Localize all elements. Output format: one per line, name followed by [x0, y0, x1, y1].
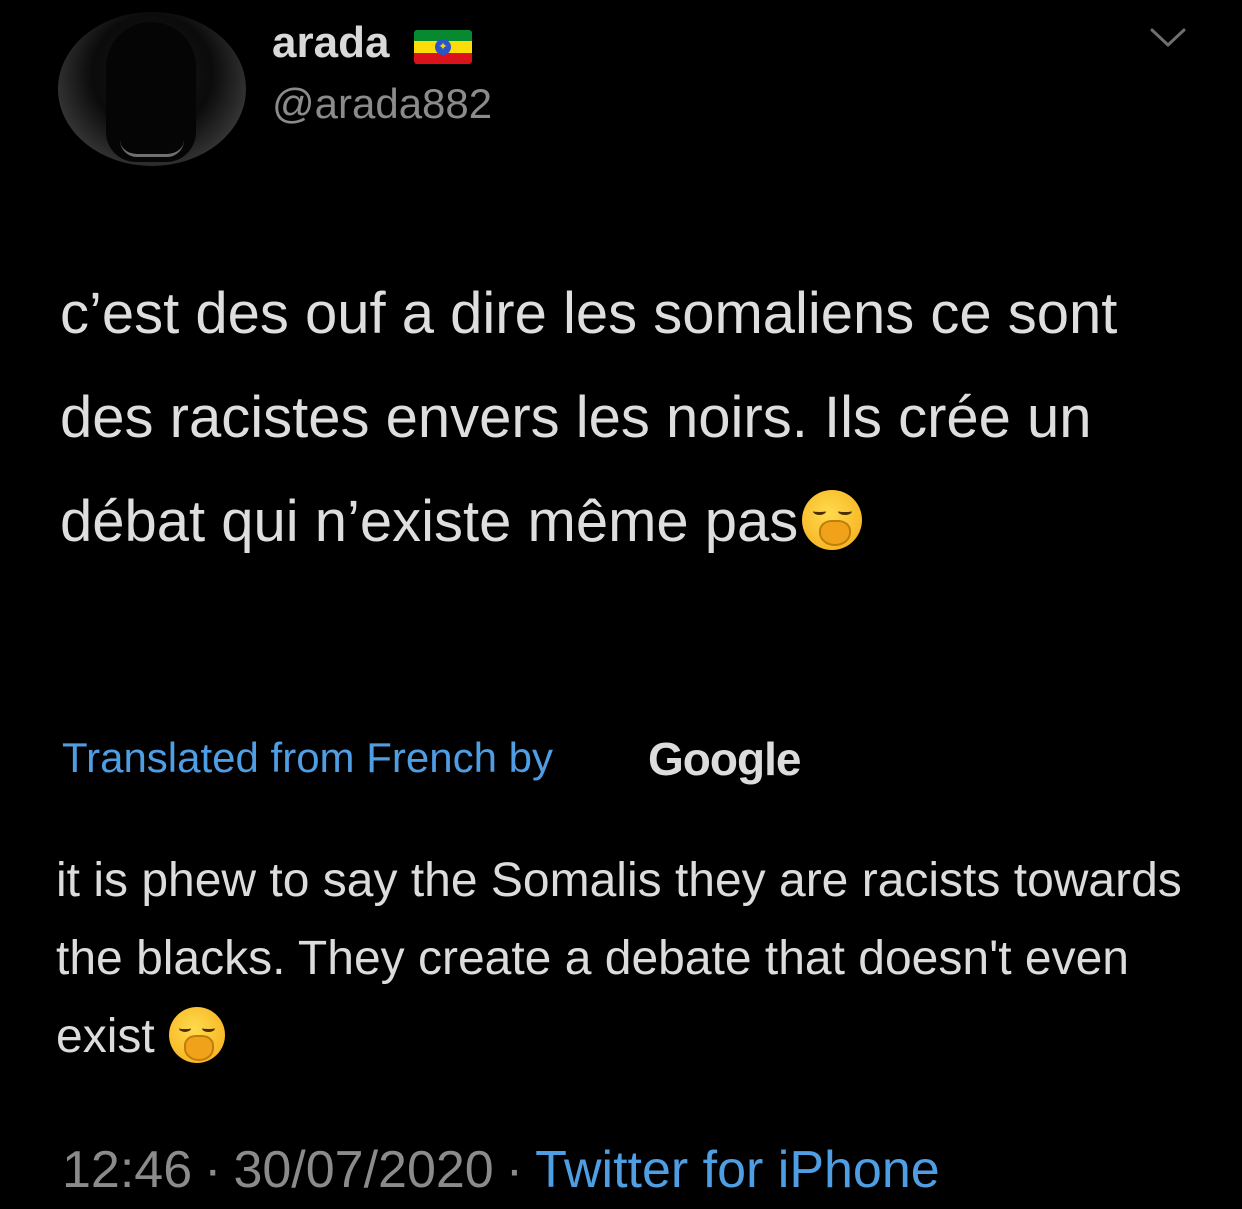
meta-separator: ·	[204, 1141, 222, 1199]
star-icon: ✦	[435, 39, 451, 55]
user-handle[interactable]: @arada882	[272, 80, 492, 128]
chevron-down-icon[interactable]	[1148, 26, 1188, 50]
avatar-chain	[120, 140, 184, 157]
tweet-date: 30/07/2020	[233, 1141, 494, 1199]
tweet-text: c’est des ouf a dire les somaliens ce so…	[60, 262, 1210, 574]
translated-label[interactable]: Translated from French by	[62, 734, 553, 782]
tweet-source-link[interactable]: Twitter for iPhone	[535, 1141, 940, 1199]
tweet-time: 12:46	[62, 1141, 193, 1199]
meta-separator: ·	[505, 1141, 524, 1199]
yawning-face-emoji-icon	[802, 489, 863, 550]
translation-text-content: it is phew to say the Somalis they are r…	[56, 854, 1182, 1063]
google-logo: Google	[648, 733, 801, 785]
tweet-text-content: c’est des ouf a dire les somaliens ce so…	[60, 281, 1118, 554]
yawning-face-emoji-icon	[168, 1007, 225, 1064]
ethiopia-flag-icon: ✦	[414, 30, 472, 64]
tweet-meta: 12:46 · 30/07/2020 · Twitter for iPhone	[62, 1140, 940, 1200]
translation-text: it is phew to say the Somalis they are r…	[56, 842, 1206, 1076]
display-name[interactable]: arada	[272, 18, 389, 68]
avatar[interactable]	[58, 12, 246, 166]
tweet-header: arada ✦ @arada882	[0, 0, 1242, 180]
